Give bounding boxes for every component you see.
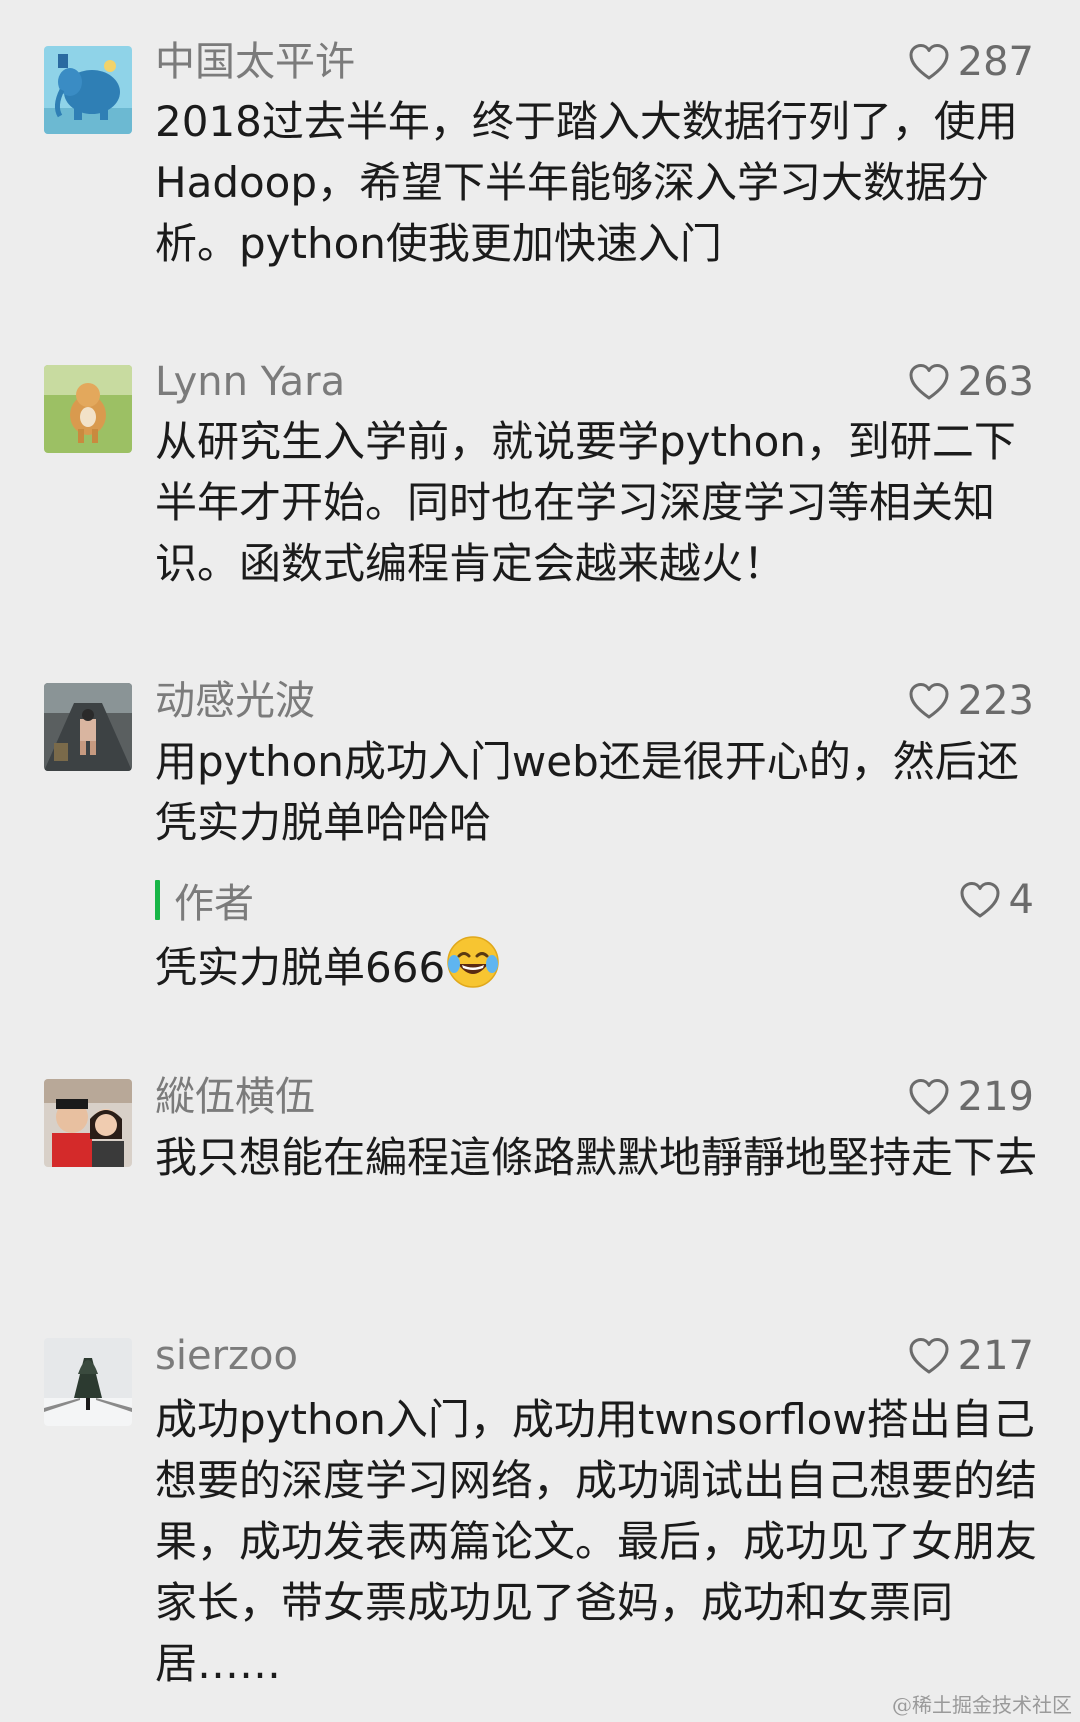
like-count: 4 (1008, 877, 1034, 923)
avatar[interactable] (44, 46, 132, 134)
like-button[interactable]: 223 (908, 676, 1034, 726)
laughing-tears-emoji-icon (447, 936, 499, 988)
like-count: 263 (957, 359, 1034, 405)
comment-username[interactable]: Lynn Yara (155, 357, 345, 407)
heart-icon (909, 1338, 949, 1374)
like-count: 219 (957, 1074, 1034, 1120)
comment-text: 从研究生入学前，就说要学python，到研二下半年才开始。同时也在学习深度学习等… (155, 417, 1016, 588)
like-count: 287 (957, 39, 1034, 85)
avatar[interactable] (44, 683, 132, 771)
heart-icon (909, 683, 949, 719)
heart-icon (909, 1079, 949, 1115)
heart-icon (960, 882, 1000, 918)
comment-username[interactable]: 动感光波 (155, 676, 315, 726)
comment-username[interactable]: 縱伍横伍 (155, 1072, 315, 1122)
like-count: 223 (957, 678, 1034, 724)
comment-text: 用python成功入门web还是很开心的，然后还凭实力脱单哈哈哈 (155, 737, 1019, 847)
reply-text-content: 凭实力脱单666 (155, 943, 446, 992)
like-button[interactable]: 219 (908, 1072, 1034, 1122)
like-button[interactable]: 287 (908, 37, 1034, 87)
avatar[interactable] (44, 1079, 132, 1167)
like-count: 217 (957, 1333, 1034, 1379)
comment-text: 成功python入门，成功用twnsorflow搭出自己想要的深度学习网络，成功… (155, 1395, 1038, 1688)
comment-text: 我只想能在編程這條路默默地靜靜地堅持走下去 (155, 1133, 1038, 1182)
comment-text: 2018过去半年，终于踏入大数据行列了，使用Hadoop，希望下半年能够深入学习… (155, 97, 1018, 268)
comment-username[interactable]: 中国太平许 (155, 37, 355, 87)
comment-username[interactable]: sierzoo (155, 1331, 298, 1381)
like-button[interactable]: 263 (908, 357, 1034, 407)
heart-icon (909, 364, 949, 400)
avatar[interactable] (44, 365, 132, 453)
watermark: @稀土掘金技术社区 (892, 1693, 1072, 1717)
reply-like-button[interactable]: 4 (959, 875, 1034, 925)
reply-indicator-bar (155, 880, 160, 920)
author-reply-label: 作者 (155, 875, 254, 927)
heart-icon (909, 44, 949, 80)
avatar[interactable] (44, 1338, 132, 1426)
reply-text: 凭实力脱单666 (155, 934, 1040, 998)
like-button[interactable]: 217 (908, 1331, 1034, 1381)
reply-author: 作者 (174, 881, 254, 927)
